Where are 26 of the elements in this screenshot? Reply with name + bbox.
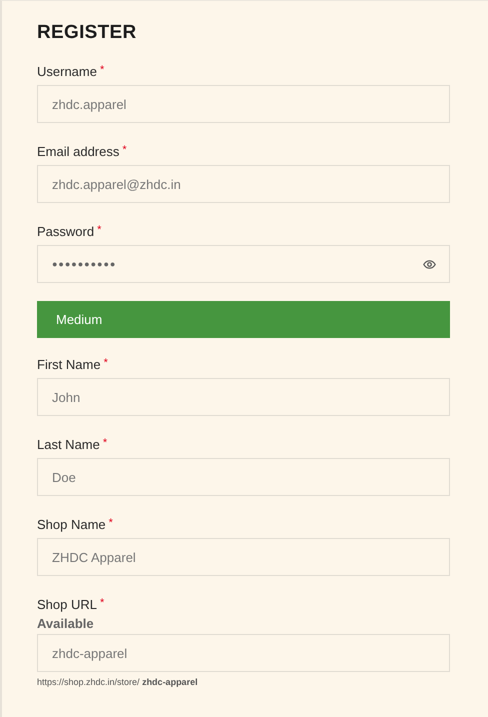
required-mark: * (100, 64, 104, 76)
input-field[interactable]: zhdc.apparel@zhdc.in (37, 165, 450, 203)
field-label: Email address (37, 144, 120, 159)
required-mark: * (97, 224, 102, 236)
url-hint: https://shop.zhdc.in/store/ zhdc-apparel (37, 677, 199, 687)
input-field[interactable]: Doe (37, 458, 450, 496)
field-label: Shop URL (37, 597, 97, 612)
input-field[interactable]: zhdc.apparel (37, 85, 450, 123)
eye-icon[interactable] (423, 260, 436, 268)
required-mark: * (102, 437, 108, 449)
required-mark: * (104, 357, 108, 369)
field-label: Shop Name (37, 517, 106, 532)
field-label: Username (37, 64, 97, 79)
field-label: First Name (37, 357, 101, 372)
input-field[interactable]: zhdc-apparel (37, 634, 450, 672)
input-field[interactable]: John (37, 378, 450, 416)
availability-status: Available (37, 616, 95, 631)
input-field[interactable]: ZHDC Apparel (37, 538, 450, 576)
required-mark: * (122, 144, 127, 156)
form-title: REGISTER (37, 22, 138, 44)
field-label: Last Name (37, 437, 100, 452)
field-label: Password (37, 224, 94, 239)
required-mark: * (100, 597, 104, 609)
required-mark: * (108, 517, 113, 529)
strength-meter: Medium (37, 301, 450, 338)
password-field[interactable]: ●●●●●●●●●● (37, 245, 450, 283)
